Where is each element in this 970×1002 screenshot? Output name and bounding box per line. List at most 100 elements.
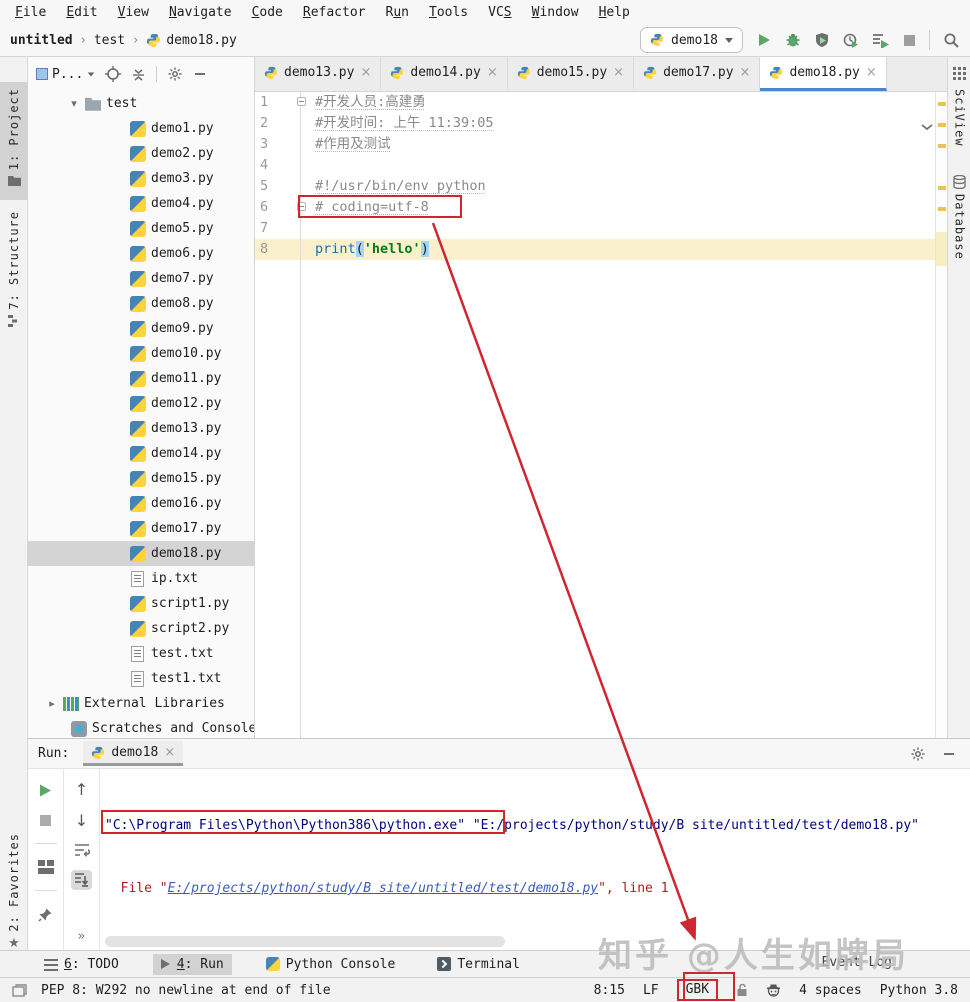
- project-panel-title[interactable]: P...: [36, 67, 95, 82]
- menu-item[interactable]: VCS: [479, 3, 520, 22]
- sidebar-item-structure[interactable]: 7: Structure: [0, 205, 28, 330]
- close-tab-icon[interactable]: ×: [613, 65, 624, 80]
- hide-panel-icon[interactable]: [193, 67, 207, 81]
- line-separator[interactable]: LF: [643, 983, 659, 998]
- close-tab-icon[interactable]: ×: [360, 65, 371, 80]
- sidebar-item-database[interactable]: Database: [948, 175, 970, 260]
- sidebar-item-favorites[interactable]: 2: Favorites ★: [0, 827, 28, 957]
- indent-setting[interactable]: 4 spaces: [799, 983, 862, 998]
- sidebar-item-project[interactable]: 1: Project: [0, 82, 28, 200]
- run-configuration-select[interactable]: demo18: [640, 27, 743, 53]
- menu-item[interactable]: Refactor: [294, 3, 375, 22]
- rerun-button[interactable]: [38, 783, 53, 798]
- line-number[interactable]: 5: [255, 176, 295, 197]
- line-number[interactable]: 2: [255, 113, 295, 134]
- run-console-tab[interactable]: demo18 ×: [83, 741, 184, 766]
- lock-icon[interactable]: [736, 983, 748, 997]
- down-stack-trace-icon[interactable]: ↓: [75, 812, 88, 830]
- line-number[interactable]: 8: [255, 239, 295, 260]
- console-horizontal-scrollbar[interactable]: [105, 936, 505, 947]
- gear-icon[interactable]: [910, 746, 926, 762]
- tree-item[interactable]: demo2.py: [28, 141, 254, 166]
- restore-layout-icon[interactable]: [37, 860, 54, 874]
- tree-item[interactable]: demo10.py: [28, 341, 254, 366]
- caret-position[interactable]: 8:15: [594, 983, 625, 998]
- tree-item[interactable]: demo15.py: [28, 466, 254, 491]
- close-tab-icon[interactable]: ×: [164, 745, 175, 760]
- breadcrumb-file[interactable]: demo18.py: [166, 33, 236, 48]
- tree-item[interactable]: demo8.py: [28, 291, 254, 316]
- tree-item[interactable]: ▾ test: [28, 91, 254, 116]
- interpreter-setting[interactable]: Python 3.8: [880, 983, 958, 998]
- close-tab-icon[interactable]: ×: [740, 65, 751, 80]
- tree-item[interactable]: Scratches and Consoles: [28, 716, 254, 738]
- tree-item[interactable]: test1.txt: [28, 666, 254, 691]
- tree-item[interactable]: test.txt: [28, 641, 254, 666]
- line-number[interactable]: 7: [255, 218, 295, 239]
- fold-marker-icon[interactable]: [297, 97, 306, 106]
- warning-stripe-mark[interactable]: [938, 102, 946, 106]
- tree-item[interactable]: demo12.py: [28, 391, 254, 416]
- soft-wrap-icon[interactable]: [74, 843, 90, 857]
- tool-window-grid-icon[interactable]: [953, 67, 966, 80]
- fold-marker-icon[interactable]: [297, 202, 306, 211]
- warning-stripe-mark[interactable]: [938, 144, 946, 148]
- run-button[interactable]: [756, 32, 772, 48]
- editor-tab[interactable]: demo13.py ×: [255, 57, 382, 91]
- tree-item[interactable]: ▸ External Libraries: [28, 691, 254, 716]
- tool-window-button[interactable]: 6: TODO: [36, 954, 127, 975]
- tool-window-toggle-icon[interactable]: [12, 983, 27, 997]
- status-message[interactable]: PEP 8: W292 no newline at end of file: [41, 983, 331, 998]
- tree-item[interactable]: demo16.py: [28, 491, 254, 516]
- breadcrumb-project[interactable]: untitled: [10, 33, 73, 48]
- profiler-button[interactable]: [843, 32, 859, 48]
- menu-item[interactable]: Code: [243, 3, 292, 22]
- menu-item[interactable]: Edit: [57, 3, 106, 22]
- menu-item[interactable]: Navigate: [160, 3, 241, 22]
- line-number[interactable]: 6: [255, 197, 295, 218]
- stop-button[interactable]: [39, 814, 52, 827]
- console-file-link[interactable]: E:/projects/python/study/B site/untitled…: [168, 881, 598, 896]
- locate-file-icon[interactable]: [105, 66, 122, 82]
- tree-item[interactable]: demo6.py: [28, 241, 254, 266]
- menu-item[interactable]: File: [6, 3, 55, 22]
- code-editor[interactable]: 1 #开发人员:高建勇 2 #开发时间: 上午 11:39:05 3 #作用及测…: [255, 92, 947, 738]
- menu-item[interactable]: Window: [523, 3, 588, 22]
- tree-item[interactable]: demo1.py: [28, 116, 254, 141]
- tree-item[interactable]: demo9.py: [28, 316, 254, 341]
- tool-window-button[interactable]: Terminal: [429, 954, 528, 975]
- close-tab-icon[interactable]: ×: [866, 65, 877, 80]
- editor-error-stripe[interactable]: [935, 92, 948, 738]
- tree-chevron-icon[interactable]: ▾: [68, 97, 80, 110]
- stop-button[interactable]: [903, 34, 916, 47]
- debug-button[interactable]: [785, 32, 801, 48]
- menu-item[interactable]: Run: [377, 3, 418, 22]
- up-stack-trace-icon[interactable]: ↑: [75, 781, 88, 799]
- tree-item[interactable]: demo18.py: [28, 541, 254, 566]
- editor-tab[interactable]: demo17.py ×: [634, 57, 761, 91]
- run-with-coverage-button[interactable]: [814, 32, 830, 48]
- tree-item[interactable]: demo3.py: [28, 166, 254, 191]
- run-concurrency-button[interactable]: [872, 32, 890, 48]
- line-number[interactable]: 1: [255, 92, 295, 113]
- menu-item[interactable]: View: [109, 3, 158, 22]
- file-encoding[interactable]: GBK: [676, 979, 719, 1001]
- menu-item[interactable]: Help: [590, 3, 639, 22]
- tree-item[interactable]: script2.py: [28, 616, 254, 641]
- tree-item[interactable]: demo14.py: [28, 441, 254, 466]
- tree-item[interactable]: demo13.py: [28, 416, 254, 441]
- pin-icon[interactable]: [38, 907, 53, 922]
- collapse-all-icon[interactable]: [131, 67, 146, 82]
- search-everywhere-icon[interactable]: [943, 32, 960, 49]
- tree-item[interactable]: ip.txt: [28, 566, 254, 591]
- warning-stripe-mark[interactable]: [938, 123, 946, 127]
- editor-tab[interactable]: demo15.py ×: [508, 57, 635, 91]
- event-log-button[interactable]: Event Log: [822, 955, 892, 970]
- scroll-to-end-icon[interactable]: [71, 870, 92, 890]
- tree-item[interactable]: demo7.py: [28, 266, 254, 291]
- inspections-profile-icon[interactable]: [766, 983, 781, 997]
- close-tab-icon[interactable]: ×: [487, 65, 498, 80]
- hide-panel-icon[interactable]: [942, 747, 956, 761]
- breadcrumb-folder[interactable]: test: [94, 33, 125, 48]
- tree-chevron-icon[interactable]: ▸: [46, 697, 58, 710]
